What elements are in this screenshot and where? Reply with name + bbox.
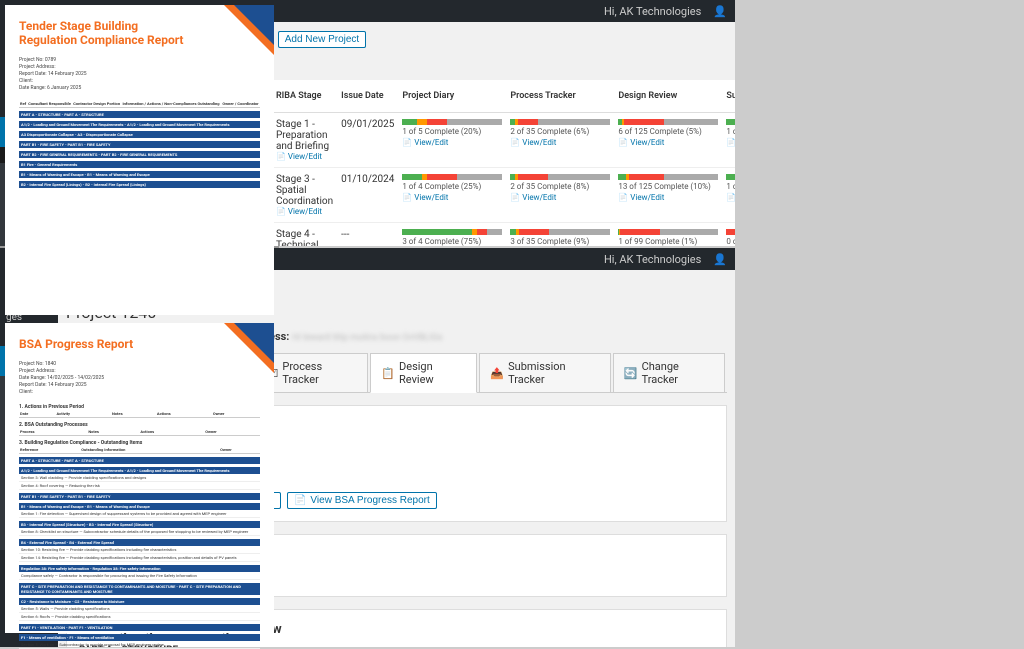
tab-design-review[interactable]: 📋 Design Review <box>370 353 477 393</box>
view-edit-link[interactable]: 📄 View/Edit <box>618 138 718 147</box>
tab-change-tracker[interactable]: 🔄 Change Tracker <box>613 353 725 392</box>
view-edit-link[interactable]: 📄 View/Edit <box>510 193 610 202</box>
corner-decoration <box>234 323 274 363</box>
tab-submission-tracker[interactable]: 📤 Submission Tracker <box>479 353 610 392</box>
view-edit-link[interactable]: 📄 View/Edit <box>276 207 333 216</box>
tab-process-tracker[interactable]: ☑ Process Tracker <box>258 353 369 392</box>
view-edit-link[interactable]: 📄 View/Edit <box>618 193 718 202</box>
view-edit-link[interactable]: 📄 View/Edit <box>402 138 502 147</box>
view-edit-link[interactable]: 📄 View/Edit <box>402 193 502 202</box>
view-bsa-button[interactable]: 📄 View BSA Progress Report <box>287 492 437 509</box>
col-issue: Issue Date <box>337 80 398 113</box>
doc-table: RefConsultant ResponsibleContractor Desi… <box>19 100 260 108</box>
bsa-report-doc: BSA Progress Report Project No: 1840Proj… <box>5 323 274 633</box>
view-edit-link[interactable]: 📄 View/Edit <box>726 138 735 147</box>
doc-title: Tender Stage Building Regulation Complia… <box>19 19 199 47</box>
corner-decoration <box>234 5 274 45</box>
add-project-button[interactable]: Add New Project <box>278 31 366 48</box>
col-process: Process Tracker <box>506 80 614 113</box>
view-edit-link[interactable]: 📄 View/Edit <box>276 152 333 161</box>
col-riba: RIBA Stage <box>272 80 337 113</box>
col-diary: Project Diary <box>398 80 506 113</box>
col-submission: Submission Tracker <box>722 80 735 113</box>
view-edit-link[interactable]: 📄 View/Edit <box>510 138 610 147</box>
greeting[interactable]: Hi, AK Technologies <box>604 253 701 266</box>
doc-title: BSA Progress Report <box>19 337 199 351</box>
doc-meta: Project No: 0789Project Address:Report D… <box>19 57 260 92</box>
greeting[interactable]: Hi, AK Technologies <box>604 5 701 18</box>
col-design: Design Review <box>614 80 722 113</box>
tender-report-doc: Tender Stage Building Regulation Complia… <box>5 5 274 315</box>
view-edit-link[interactable]: 📄 View/Edit <box>726 193 735 202</box>
